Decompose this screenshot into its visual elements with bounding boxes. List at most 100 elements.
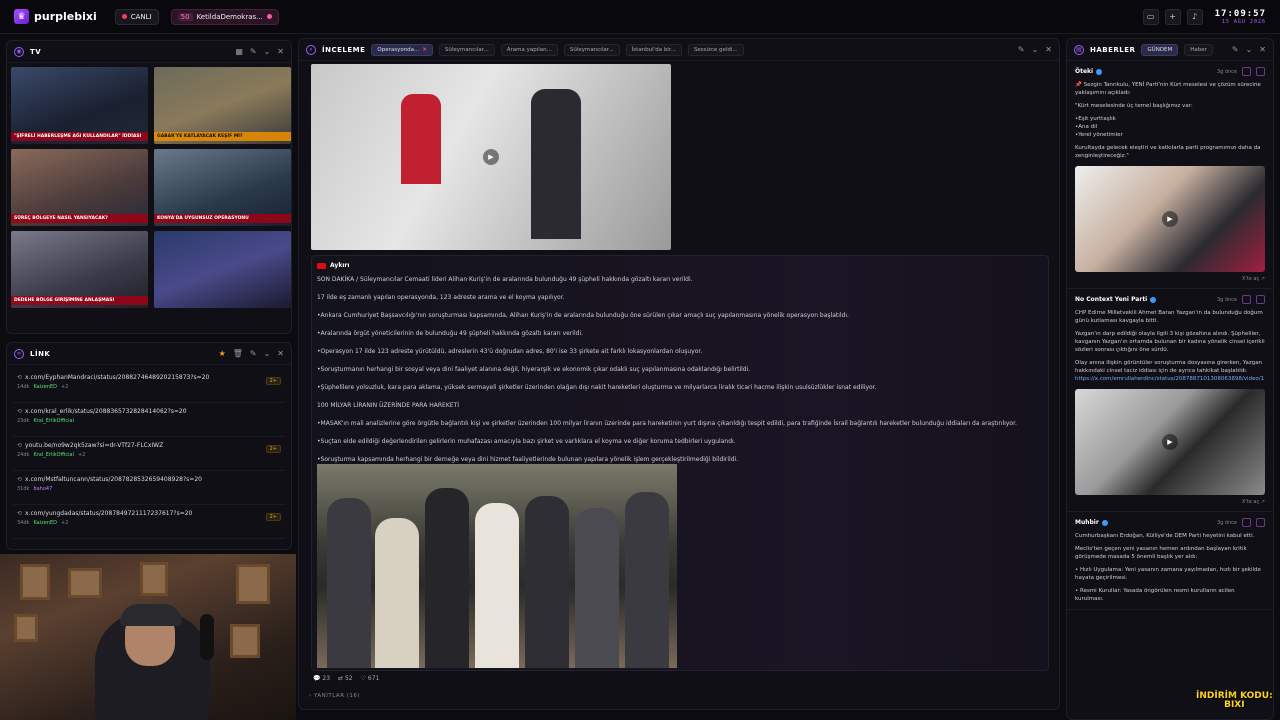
news-video[interactable]: ▶ [1075,166,1265,272]
microphone [200,614,214,660]
photo-figure [575,508,619,668]
tab-5[interactable]: İstanbul'da bir... [625,43,682,56]
share-icon[interactable] [1256,67,1265,76]
brand-logo[interactable]: ♛ purplebixi [14,9,97,24]
topic-dot-icon [266,14,272,19]
live-indicator[interactable]: CANLI [114,8,159,25]
bookmark-icon[interactable] [1242,518,1251,527]
news-item[interactable]: Öteki 3g önce 📌 Sezgin Tanrıkulu, YENİ P… [1067,61,1273,289]
news-item[interactable]: Muhbir 3g önce Cumhurbaşkanı Erdoğan, Kü… [1067,512,1273,610]
news-source[interactable]: Öteki [1075,68,1093,75]
post-paragraph: •MASAK'ın mali analizlerine göre örgütle… [317,420,1017,427]
link-url[interactable]: youtu.be/no9w2qk5zaw?si=dr-VTf27-FLCxIWZ [25,442,163,449]
post-paragraph: •Şüphelilere yolsuzluk, kara para aklama… [317,384,877,391]
tab-3[interactable]: Arama yapılan... [500,43,558,56]
close-icon[interactable]: ✕ [1045,45,1052,54]
edit-icon[interactable]: ✎ [250,349,257,358]
topic-pill[interactable]: 50 KetildaDemokras... [170,8,279,25]
list-item[interactable]: ⟲ youtu.be/no9w2qk5zaw?si=dr-VTf27-FLCxIW… [13,437,285,471]
haberler-title: HABERLER [1090,45,1136,54]
link-url[interactable]: x.com/EyphanMandraci/status/208827464892… [25,374,209,381]
list-item[interactable]: ⟲ x.com/kral_erlik/status/208836573282841… [13,403,285,437]
link-url[interactable]: x.com/kral_erlik/status/2088365732828414… [25,408,187,415]
tab-2[interactable]: Süleymancılar... [438,43,495,56]
news-source[interactable]: Muhbir [1075,519,1099,526]
play-icon[interactable]: ▶ [483,149,499,165]
tab-haber[interactable]: Haber [1184,43,1213,56]
trash-icon[interactable]: 🗑 [233,349,243,358]
post-paragraph: •Soruşturma kapsamında herhangi bir dern… [317,456,739,463]
link-title: LİNK [30,349,51,358]
video-figure [401,94,441,184]
list-item[interactable]: ⟲ x.com/Mstfaltuncann/status/208782853265… [13,471,285,505]
chevron-down-icon[interactable]: ⌄ [1032,45,1039,54]
tab-4[interactable]: Süleymancılar... [563,43,620,56]
link-url[interactable]: x.com/yungdadas/status/20878497211172376… [25,510,192,517]
verified-icon [1150,296,1157,303]
tv-channel-2[interactable]: GABAR'YE KATLAYACAK KEŞİF Mİ? [154,67,291,144]
close-icon[interactable]: ✕ [277,349,284,358]
repost-button[interactable]: ⇄ 52 [338,675,353,682]
topic-label: KetildaDemokras... [196,12,263,21]
tv-channel-3[interactable]: SÜREÇ BÖLGEYE NASIL YANSIYACAK? [11,149,148,226]
link-extra: +2 [60,520,69,526]
close-icon[interactable]: ✕ [1259,45,1266,54]
news-paragraph: CHP Edirne Milletvekili Ahmet Baran Yazg… [1075,310,1263,324]
post-author[interactable]: Aykırı [317,262,1043,269]
news-item[interactable]: No Context Yeni Parti 3g önce CHP Edirne… [1067,289,1273,512]
chevron-down-icon[interactable]: ⌄ [264,349,271,358]
video-player[interactable]: ▶ [311,64,671,250]
edit-icon[interactable]: ✎ [250,47,257,56]
close-icon[interactable]: ✕ [277,47,284,56]
open-in-x-link[interactable]: X'te aç ↗ [1075,499,1265,505]
news-link[interactable]: https://x.com/emrullaherdinc/status/2087… [1075,376,1264,382]
chevron-down-icon[interactable]: ⌄ [1246,45,1253,54]
news-video[interactable]: ▶ [1075,389,1265,495]
tv-channel-6[interactable] [154,231,291,308]
news-source[interactable]: No Context Yeni Parti [1075,296,1147,303]
link-icon: ∞ [14,348,24,359]
news-icon: ▤ [1074,44,1084,55]
add-icon[interactable]: + [1164,8,1181,25]
volume-icon[interactable]: ♪ [1186,8,1203,25]
wall-frame [14,614,38,642]
news-paragraph: Meclis'ten geçen yeni yasanın hemen ardı… [1075,546,1247,560]
like-button[interactable]: ♡ 671 [361,675,380,682]
replies-toggle[interactable]: › YANITLAR (16) [309,693,360,699]
list-item[interactable]: ⟲ x.com/EyphanMandraci/status/20882746489… [13,369,285,403]
bookmark-icon[interactable] [1242,67,1251,76]
grid-icon[interactable]: ▦ [235,47,243,56]
open-in-x-link[interactable]: X'te aç ↗ [1075,276,1265,282]
tv-grid: "ŞİFRELİ HABERLEŞME AĞI KULLANDILAR" İDD… [7,63,291,312]
link-age: 34dk [17,520,30,526]
bookmark-icon[interactable] [1242,295,1251,304]
tv-channel-4[interactable]: KONYA'DA UYGUNSUZ OPERASYONU [154,149,291,226]
tab-label: Operasyonda... [377,46,420,53]
chevron-down-icon[interactable]: ⌄ [264,47,271,56]
tv-caption: GABAR'YE KATLAYACAK KEŞİF Mİ? [154,132,291,141]
comment-button[interactable]: 💬 23 [313,675,330,682]
post-photo[interactable] [317,464,677,668]
link-url[interactable]: x.com/Mstfaltuncann/status/2087828532659… [25,476,202,483]
share-icon[interactable] [1256,518,1265,527]
tv-channel-5[interactable]: DEDEHE BÖLGE GİRİŞİMİNE ANLAŞMASI [11,231,148,308]
tv-caption: SÜREÇ BÖLGEYE NASIL YANSIYACAK? [11,214,148,223]
tv-channel-1[interactable]: "ŞİFRELİ HABERLEŞME AĞI KULLANDILAR" İDD… [11,67,148,144]
wall-frame [230,624,260,658]
list-item[interactable]: ⟲ x.com/yungdadas/status/2087849721117237… [13,505,285,539]
close-icon[interactable]: ✕ [422,47,427,53]
edit-icon[interactable]: ✎ [1018,45,1025,54]
star-icon[interactable]: ★ [219,349,226,358]
edit-icon[interactable]: ✎ [1232,45,1239,54]
screen-icon[interactable]: ▭ [1142,8,1159,25]
live-dot-icon [121,14,127,19]
link-user: Kral_ErlikOfficial [33,452,74,458]
tab-6[interactable]: Sessizce geldi... [687,43,744,56]
link-age: 24dk [17,452,30,458]
share-icon[interactable] [1256,295,1265,304]
tab-gundem[interactable]: GÜNDEM [1141,43,1179,56]
play-icon[interactable]: ▶ [1162,211,1178,227]
play-icon[interactable]: ▶ [1162,434,1178,450]
webcam-overlay [0,554,296,720]
tab-1[interactable]: Operasyonda... ✕ [371,43,433,56]
